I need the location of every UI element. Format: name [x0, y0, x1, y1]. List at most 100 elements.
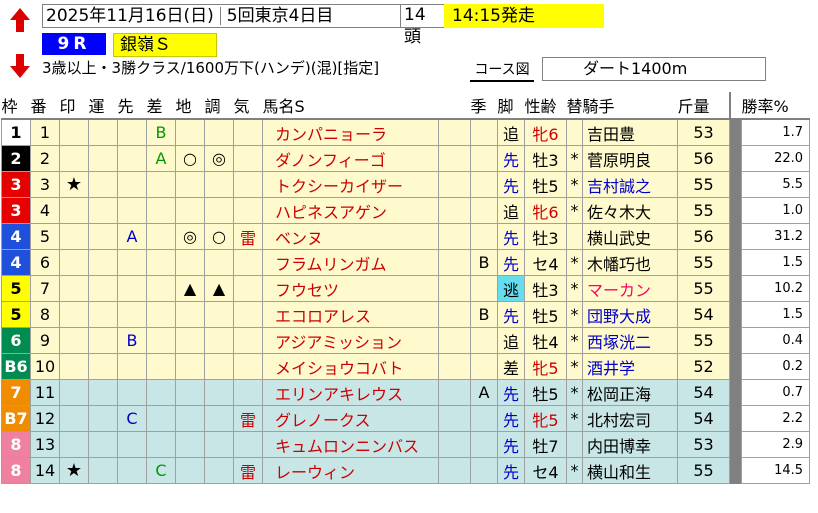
front-grade — [117, 145, 147, 172]
course-map-button[interactable]: コース図 — [470, 60, 534, 82]
col-style-header[interactable]: 脚 — [497, 92, 525, 120]
jockey-change: * — [565, 353, 584, 380]
win-rate: 1.5 — [741, 301, 811, 328]
table-row[interactable]: B6 10 メイショウコバト 差牝5 * 酒井学 52 0.2 — [1, 353, 811, 380]
col-mark-header[interactable]: 印 — [59, 92, 89, 120]
sex-age: 牡5 — [524, 301, 567, 328]
col-course-header[interactable]: 地 — [175, 92, 205, 120]
horse-name[interactable]: フラムリンガム — [262, 249, 439, 276]
horse-name[interactable]: フウセツ — [262, 275, 439, 302]
front-grade — [117, 275, 147, 302]
horse-name[interactable]: ベンヌ — [262, 223, 439, 250]
col-luck-header[interactable]: 運 — [88, 92, 118, 120]
col-mood-header[interactable]: 気 — [233, 92, 263, 120]
table-row[interactable]: 1 1 B カンパニョーラ 追牝6 吉田豊 53 1.7 — [1, 118, 811, 146]
col-change-header[interactable]: 替 — [566, 92, 583, 120]
col-front-header[interactable]: 先 — [117, 92, 147, 120]
col-horse-name-header[interactable]: 馬名S — [262, 92, 439, 120]
next-race-arrow-icon[interactable] — [6, 52, 34, 80]
table-row[interactable]: 4 5 A ◎ ○ 雷ベンヌ 先牡3 横山武史 56 31.2 — [1, 223, 811, 250]
horse-name[interactable]: キュムロンニンバス — [262, 431, 439, 458]
season-mark — [470, 118, 498, 146]
col-weight-header[interactable]: 斤量 — [677, 92, 730, 120]
close-grade — [146, 431, 176, 458]
mood-mark — [233, 197, 263, 224]
table-row[interactable]: 7 11 エリンアキレウス A 先牡5 * 松岡正海 54 0.7 — [1, 379, 811, 406]
blank-cell — [438, 405, 471, 432]
win-rate: 0.7 — [741, 379, 811, 406]
horse-name[interactable]: メイショウコバト — [262, 353, 439, 380]
horse-number: 11 — [30, 379, 60, 406]
weight-cell: 55 — [677, 197, 731, 224]
waku-cell: 7 — [1, 379, 31, 406]
front-grade: B — [117, 327, 147, 354]
close-grade — [146, 379, 176, 406]
separator-cell — [729, 431, 742, 458]
table-row[interactable]: 8 14 ★ C 雷レーウィン 先セ4 * 横山和生 55 14.5 — [1, 457, 811, 484]
col-sex-age-header[interactable]: 性齢 — [524, 92, 567, 120]
win-rate: 14.5 — [741, 457, 811, 484]
horse-number: 9 — [30, 327, 60, 354]
field-size: 14頭 — [404, 5, 426, 47]
jockey-name: 吉田豊 — [582, 118, 679, 146]
separator-cell — [729, 171, 742, 198]
blank-cell — [438, 275, 471, 302]
course-mark — [175, 379, 205, 406]
horse-name[interactable]: アジアミッション — [262, 327, 439, 354]
horse-name[interactable]: レーウィン — [262, 457, 439, 484]
condition-mark — [204, 457, 234, 484]
running-style: 追 — [497, 327, 525, 354]
win-rate: 0.4 — [741, 327, 811, 354]
blank-cell — [438, 171, 471, 198]
weight-cell: 52 — [677, 353, 731, 380]
jockey-name: 西塚洸二 — [582, 327, 679, 354]
running-style: 追 — [497, 197, 525, 224]
table-row[interactable]: 4 6 フラムリンガム B 先セ4 * 木幡巧也 55 1.5 — [1, 249, 811, 276]
col-win-rate-header[interactable]: 勝率% — [741, 92, 810, 120]
col-number-header[interactable]: 番 — [30, 92, 60, 120]
col-close-header[interactable]: 差 — [146, 92, 176, 120]
col-jockey-header[interactable]: 騎手 — [582, 92, 678, 120]
table-row[interactable]: 6 9 B アジアミッション 追牡4 * 西塚洸二 55 0.4 — [1, 327, 811, 354]
table-row[interactable]: B7 12 C 雷グレノークス 先牝5 * 北村宏司 54 2.2 — [1, 405, 811, 432]
win-rate: 1.7 — [741, 118, 811, 146]
blank-cell — [438, 379, 471, 406]
waku-cell: 6 — [1, 327, 31, 354]
col-sep-header[interactable] — [728, 92, 742, 120]
front-grade — [117, 197, 147, 224]
blank-cell — [438, 249, 471, 276]
sex-age: 牝6 — [524, 118, 567, 146]
blank-cell — [438, 118, 471, 146]
table-row[interactable]: 2 2 A ○ ◎ ダノンフィーゴ 先牡3 * 菅原明良 56 22.0 — [1, 145, 811, 172]
col-season-header[interactable]: 季 — [470, 92, 498, 120]
luck-cell — [88, 301, 118, 328]
horse-name[interactable]: カンパニョーラ — [262, 118, 439, 146]
front-grade — [117, 353, 147, 380]
horse-name[interactable]: グレノークス — [262, 405, 439, 432]
horse-name[interactable]: エコロアレス — [262, 301, 439, 328]
mood-mark — [233, 118, 263, 146]
condition-mark — [204, 327, 234, 354]
waku-cell: 1 — [1, 118, 31, 146]
col-waku-header[interactable]: 枠 — [1, 92, 31, 120]
col-blank-header[interactable] — [438, 92, 471, 120]
horse-number: 13 — [30, 431, 60, 458]
table-row[interactable]: 8 13 キュムロンニンバス 先牡7 内田博幸 53 2.9 — [1, 431, 811, 458]
jockey-change — [565, 118, 584, 146]
table-row[interactable]: 5 8 エコロアレス B 先牡5 * 団野大成 54 1.5 — [1, 301, 811, 328]
col-condition-header[interactable]: 調 — [204, 92, 234, 120]
jockey-change: * — [565, 327, 584, 354]
condition-mark — [204, 118, 234, 146]
horse-name[interactable]: エリンアキレウス — [262, 379, 439, 406]
table-row[interactable]: 5 7 ▲ ▲ フウセツ 逃牡3 * マーカン 55 10.2 — [1, 275, 811, 302]
waku-cell: B7 — [1, 405, 31, 432]
prediction-mark — [59, 431, 89, 458]
table-row[interactable]: 3 4 ハピネスアゲン 追牝6 * 佐々木大 55 1.0 — [1, 197, 811, 224]
horse-name[interactable]: ハピネスアゲン — [262, 197, 439, 224]
horse-name[interactable]: ダノンフィーゴ — [262, 145, 439, 172]
running-style: 先 — [497, 249, 525, 276]
course-mark — [175, 405, 205, 432]
horse-name[interactable]: トクシーカイザー — [262, 171, 439, 198]
previous-race-arrow-icon[interactable] — [6, 6, 34, 34]
table-row[interactable]: 3 3 ★ トクシーカイザー先牡5 * 吉村誠之 55 5.5 — [1, 171, 811, 198]
